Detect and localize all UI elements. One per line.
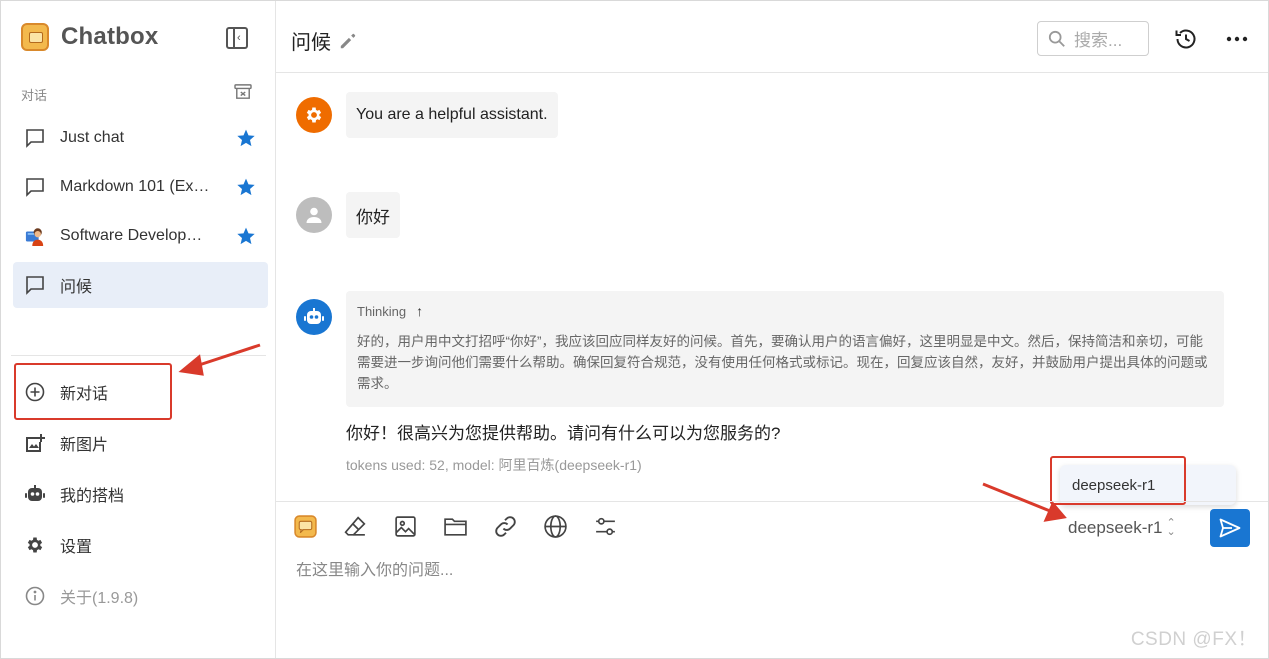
search-box[interactable]: 搜索... xyxy=(1037,21,1149,56)
chat-header: 问候 搜索... xyxy=(276,1,1268,73)
robot-icon xyxy=(25,484,45,501)
sidebar-divider xyxy=(11,355,266,356)
chat-bubble-icon xyxy=(26,178,44,197)
more-options-icon[interactable] xyxy=(1226,29,1248,49)
search-icon xyxy=(1048,30,1065,47)
conversation-item-just-chat[interactable]: Just chat xyxy=(13,115,268,161)
watermark: CSDN @FX！ xyxy=(1130,629,1257,650)
sidebar: Chatbox ‹ 对话 Just chat Markdown 101 (Ex… xyxy=(1,1,276,658)
chat-bubble-icon xyxy=(26,129,44,148)
section-label: 对话 xyxy=(21,88,48,103)
thinking-block: Thinking ↑ 好的，用户用中文打招呼“你好”，我应该回应同样友好的问候。… xyxy=(346,291,1224,407)
attach-file-button[interactable] xyxy=(443,514,468,539)
thinking-header[interactable]: Thinking ↑ xyxy=(357,303,1213,319)
menu-label: 关于(1.9.8) xyxy=(60,589,139,607)
info-icon xyxy=(25,586,45,605)
conversation-label: Markdown 101 (Ex… xyxy=(60,178,210,195)
collapse-thinking-icon[interactable]: ↑ xyxy=(416,303,423,319)
conversation-title: 问候 xyxy=(291,32,331,54)
user-message: 你好 xyxy=(346,192,400,238)
conversation-item-markdown-101[interactable]: Markdown 101 (Ex… xyxy=(13,164,268,210)
chatbox-window: Chatbox ‹ 对话 Just chat Markdown 101 (Ex… xyxy=(0,0,1269,659)
chat-bubble-icon xyxy=(26,276,44,295)
link-icon xyxy=(495,516,516,537)
system-avatar xyxy=(296,97,332,133)
pencil-icon[interactable] xyxy=(339,32,357,50)
star-icon[interactable] xyxy=(236,226,256,246)
my-partners-button[interactable]: 我的搭档 xyxy=(13,468,268,519)
page-title: 问候 xyxy=(291,26,357,55)
chevron-updown-icon: ⌃ ⌄ xyxy=(1166,517,1176,538)
system-message: You are a helpful assistant. xyxy=(346,92,558,138)
star-icon[interactable] xyxy=(236,177,256,197)
star-icon[interactable] xyxy=(236,128,256,148)
selected-model: deepseek-r1 xyxy=(1068,518,1163,537)
chatbox-logo-button[interactable] xyxy=(293,514,318,539)
search-placeholder: 搜索... xyxy=(1074,31,1123,50)
conversation-list: Just chat Markdown 101 (Ex… Software Dev… xyxy=(13,115,268,311)
send-icon xyxy=(1219,518,1241,538)
input-area: deepseek-r1 ⌃ ⌄ xyxy=(276,501,1268,659)
model-selector[interactable]: deepseek-r1 ⌃ ⌄ xyxy=(1068,518,1176,538)
globe-icon xyxy=(544,515,567,538)
brand: Chatbox xyxy=(21,23,158,51)
eraser-icon xyxy=(344,516,366,536)
conversation-label: Just chat xyxy=(60,129,125,146)
attach-link-button[interactable] xyxy=(493,514,518,539)
collapse-sidebar-icon[interactable]: ‹ xyxy=(226,27,248,49)
menu-label: 我的搭档 xyxy=(60,487,125,505)
web-browsing-button[interactable] xyxy=(543,514,568,539)
folder-icon xyxy=(444,518,467,536)
settings-button[interactable]: 设置 xyxy=(13,519,268,570)
send-button[interactable] xyxy=(1210,509,1250,547)
menu-label: 设置 xyxy=(60,538,93,556)
sliders-icon xyxy=(596,517,615,536)
conversation-item-software-developer[interactable]: Software Develop… xyxy=(13,213,268,259)
gear-icon xyxy=(27,537,43,552)
conversation-label: 问候 xyxy=(60,279,93,296)
menu-label: 新图片 xyxy=(60,436,109,454)
app-name: Chatbox xyxy=(61,23,159,50)
robot-icon xyxy=(304,308,324,324)
thinking-text: 好的，用户用中文打招呼“你好”，我应该回应同样友好的问候。首先，要确认用户的语言… xyxy=(357,334,1208,391)
conversation-item-greeting[interactable]: 问候 xyxy=(13,262,268,308)
developer-avatar-icon xyxy=(25,228,44,246)
clear-conversations-icon[interactable] xyxy=(234,84,252,100)
image-icon xyxy=(395,516,416,537)
model-dropdown-highlight xyxy=(1050,456,1186,505)
person-icon xyxy=(306,207,322,223)
new-image-button[interactable]: 新图片 xyxy=(13,417,268,468)
clear-context-button[interactable] xyxy=(343,514,368,539)
chat-panel: 问候 搜索... You are a helpful assistant. 你好 xyxy=(276,1,1268,658)
gear-icon xyxy=(306,107,322,123)
chatbox-logo-icon xyxy=(21,23,49,51)
history-icon[interactable] xyxy=(1174,27,1198,51)
chatbox-logo-icon xyxy=(294,515,317,538)
conversation-label: Software Develop… xyxy=(60,227,203,244)
message-input[interactable] xyxy=(296,562,1196,580)
input-toolbar xyxy=(293,514,618,539)
add-image-icon xyxy=(26,433,45,452)
about-button[interactable]: 关于(1.9.8) xyxy=(13,570,268,621)
new-conversation-highlight xyxy=(14,363,172,420)
message-list: You are a helpful assistant. 你好 Thinking… xyxy=(276,73,1268,543)
assistant-avatar xyxy=(296,299,332,335)
assistant-reply: 你好！很高兴为您提供帮助。请问有什么可以为您服务的? xyxy=(346,424,781,443)
message-meta: tokens used: 52, model: 阿里百炼(deepseek-r1… xyxy=(346,457,642,473)
chat-settings-button[interactable] xyxy=(593,514,618,539)
thinking-label: Thinking xyxy=(357,303,407,319)
user-avatar xyxy=(296,197,332,233)
attach-image-button[interactable] xyxy=(393,514,418,539)
